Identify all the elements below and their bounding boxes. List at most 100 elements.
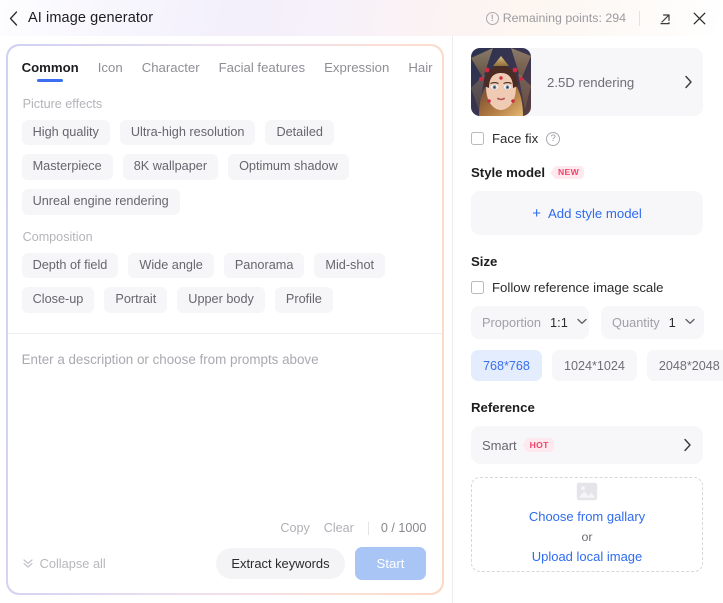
chip[interactable]: 8K wallpaper — [122, 154, 219, 180]
question-circle-icon[interactable]: ? — [546, 131, 561, 146]
image-placeholder-icon — [576, 482, 598, 501]
chevron-right-icon — [684, 438, 691, 452]
double-chevron-down-icon — [22, 559, 33, 569]
chip[interactable]: Panorama — [223, 252, 305, 279]
header-actions: ! Remaining points: 294 — [485, 0, 723, 36]
style-model-title: Style model — [471, 165, 546, 180]
prompt-chip-area: Picture effects High quality Ultra-high … — [8, 84, 443, 320]
add-style-model-label: Add style model — [547, 205, 642, 221]
close-icon — [693, 12, 705, 24]
chip[interactable]: Ultra-high resolution — [119, 119, 256, 146]
info-circle-icon: ! — [485, 11, 499, 25]
back-button[interactable] — [0, 0, 26, 36]
tab-expression[interactable]: Expression — [324, 60, 389, 84]
copy-button[interactable]: Copy — [280, 521, 309, 535]
reference-chevron[interactable] — [683, 438, 692, 452]
model-chevron[interactable] — [684, 75, 693, 89]
plus-icon: + — [532, 204, 541, 222]
footer-divider — [367, 521, 369, 535]
tab-icon[interactable]: Icon — [98, 60, 123, 84]
size-section: Size Follow reference image scale Propor… — [471, 254, 723, 381]
follow-reference-scale-label: Follow reference image scale — [492, 280, 664, 295]
prompt-tools-row: Copy Clear 0 / 1000 — [8, 515, 427, 541]
group-title-picture-effects: Picture effects — [22, 96, 103, 111]
chip[interactable]: Portrait — [104, 287, 168, 314]
chevron-down-glyph — [685, 318, 695, 324]
chip-group-picture-effects: High quality Ultra-high resolution Detai… — [21, 119, 429, 215]
reference-name: Smart — [482, 437, 517, 453]
size-title: Size — [471, 254, 498, 269]
category-tabs: Common Icon Character Facial features Ex… — [8, 46, 443, 84]
resolution-option-2048[interactable]: 2048*2048 — [646, 350, 723, 381]
reference-section: Reference Smart HOT Choose from gallary … — [471, 400, 703, 572]
tab-facial-features[interactable]: Facial features — [219, 60, 306, 84]
clear-button[interactable]: Clear — [324, 521, 354, 535]
chip[interactable]: Profile — [274, 287, 333, 314]
chip[interactable]: Close-up — [21, 287, 95, 314]
choose-from-gallery-link[interactable]: Choose from gallary — [529, 507, 645, 527]
proportion-label: Proportion — [482, 315, 542, 330]
model-selector[interactable]: 2.5D rendering — [471, 48, 703, 116]
add-style-model-button[interactable]: + Add style model — [471, 191, 703, 235]
proportion-select[interactable]: Proportion 1:1 — [471, 306, 589, 339]
expand-button[interactable] — [653, 6, 677, 30]
collapse-all-button[interactable]: Collapse all — [22, 556, 106, 571]
chip[interactable]: Wide angle — [128, 252, 214, 279]
quantity-label: Quantity — [612, 315, 660, 330]
chevron-down-icon — [685, 317, 695, 328]
proportion-value: 1:1 — [550, 315, 568, 330]
reference-smart-row[interactable]: Smart HOT — [471, 426, 703, 464]
window-header: AI image generator ! Remaining points: 2… — [0, 0, 723, 36]
face-fix-row: Face fix ? — [471, 131, 703, 146]
hot-badge: HOT — [524, 438, 554, 452]
chevron-left-icon — [9, 10, 17, 26]
style-model-section: Style model NEW + Add style model — [471, 165, 703, 235]
reference-upload-dropzone[interactable]: Choose from gallary or Upload local imag… — [471, 477, 703, 572]
follow-reference-scale-checkbox[interactable] — [471, 281, 484, 294]
model-thumbnail — [471, 48, 531, 116]
tab-hair[interactable]: Hair — [408, 60, 432, 84]
reference-title: Reference — [471, 400, 535, 415]
quantity-select[interactable]: Quantity 1 — [601, 306, 704, 339]
start-button[interactable]: Start — [354, 546, 427, 580]
character-counter: 0 / 1000 — [380, 521, 427, 536]
collapse-all-label: Collapse all — [39, 555, 106, 571]
style-model-title-row: Style model NEW — [471, 165, 703, 180]
prompt-card-inner: Common Icon Character Facial features Ex… — [7, 45, 443, 594]
resolution-option-1024[interactable]: 1024*1024 — [551, 350, 637, 381]
chip[interactable]: Depth of field — [21, 252, 119, 279]
extract-keywords-button[interactable]: Extract keywords — [216, 547, 345, 579]
close-button[interactable] — [687, 6, 711, 30]
face-fix-label: Face fix — [492, 131, 539, 146]
resolution-option-768[interactable]: 768*768 — [471, 350, 542, 381]
right-panel: 2.5D rendering Face fix ? Style model NE… — [452, 36, 723, 603]
group-title-composition: Composition — [22, 229, 93, 244]
chip[interactable]: High quality — [21, 119, 110, 146]
face-fix-checkbox[interactable] — [471, 132, 484, 145]
remaining-points: ! Remaining points: 294 — [485, 11, 626, 25]
action-row: Collapse all Extract keywords Start — [8, 541, 427, 593]
chip-group-composition: Depth of field Wide angle Panorama Mid-s… — [21, 252, 429, 314]
resolution-options: 768*768 1024*1024 2048*2048 — [471, 350, 723, 381]
chip[interactable]: Optimum shadow — [228, 154, 349, 180]
chip[interactable]: Masterpiece — [21, 154, 113, 180]
tab-common[interactable]: Common — [22, 60, 79, 84]
chip[interactable]: Unreal engine rendering — [21, 189, 180, 215]
quantity-value: 1 — [668, 315, 676, 330]
remaining-points-label: Remaining points: 294 — [502, 11, 626, 25]
upload-local-image-link[interactable]: Upload local image — [532, 547, 643, 567]
prompt-placeholder: Enter a description or choose from promp… — [21, 352, 319, 368]
left-panel: Common Icon Character Facial features Ex… — [0, 36, 452, 603]
prompt-input[interactable]: Enter a description or choose from promp… — [8, 334, 443, 515]
tab-character[interactable]: Character — [142, 60, 200, 84]
model-name: 2.5D rendering — [547, 74, 635, 90]
upload-or-label: or — [581, 529, 593, 544]
chip[interactable]: Upper body — [177, 287, 265, 314]
page-title: AI image generator — [28, 10, 154, 26]
chip[interactable]: Mid-shot — [314, 252, 386, 279]
follow-scale-row: Follow reference image scale — [471, 280, 703, 295]
prompt-footer: Copy Clear 0 / 1000 Collapse all Extract… — [8, 515, 443, 593]
chip[interactable]: Detailed — [265, 119, 334, 146]
chevron-down-icon — [577, 317, 587, 328]
new-badge: NEW — [553, 165, 584, 180]
